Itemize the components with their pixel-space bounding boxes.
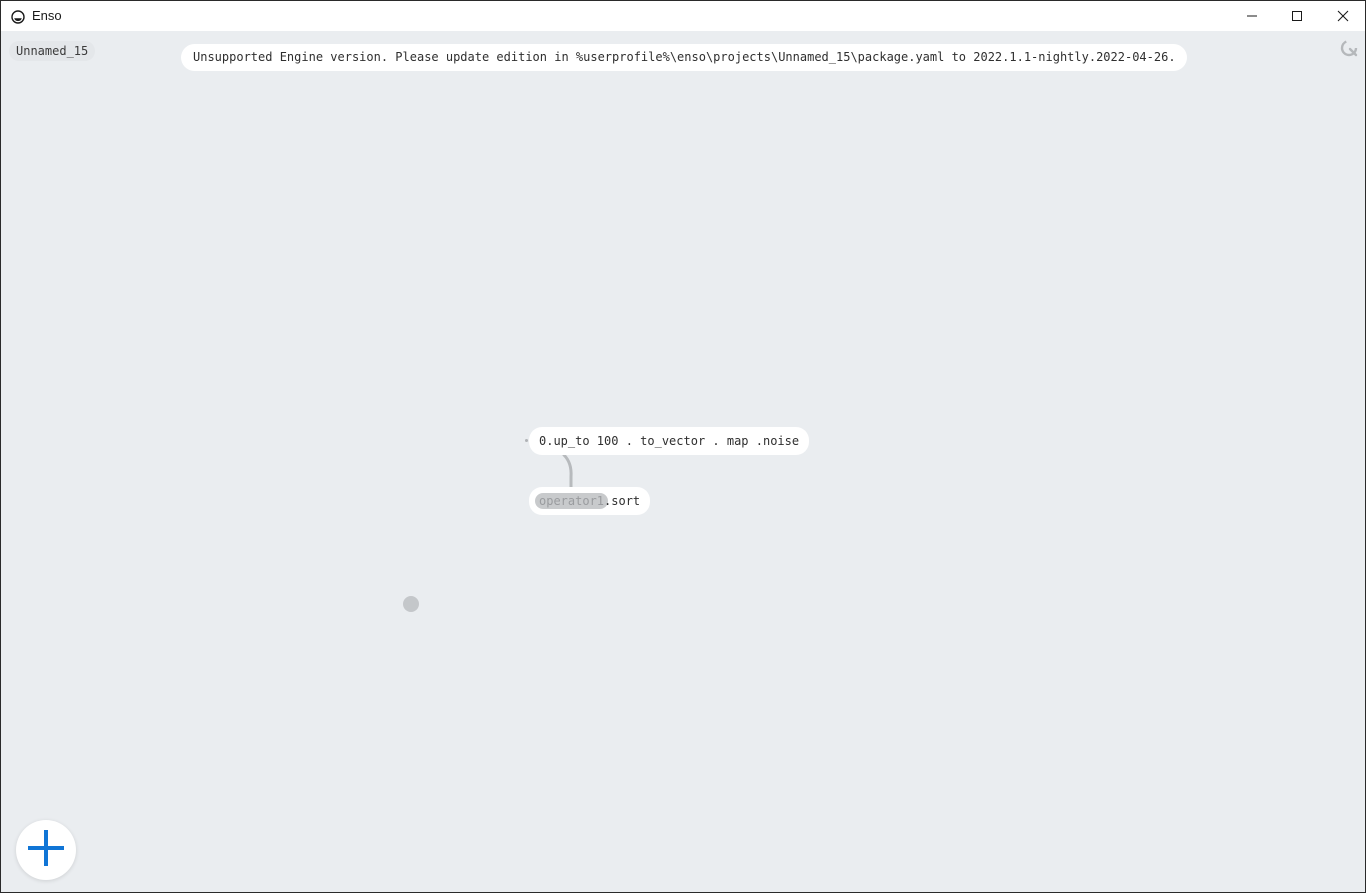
plus-icon	[26, 828, 66, 872]
close-button[interactable]	[1320, 1, 1366, 31]
engine-version-notification: Unsupported Engine version. Please updat…	[181, 44, 1187, 71]
enso-logo-icon	[11, 9, 25, 24]
graph-editor-canvas[interactable]: Unnamed_15 Unsupported Engine version. P…	[1, 31, 1365, 892]
graph-node[interactable]: 0.up_to 100 . to_vector . map .noise	[529, 427, 809, 455]
graph-node[interactable]: operator1.sort	[529, 487, 650, 515]
mouse-cursor-dot	[403, 596, 419, 612]
node-expression[interactable]: 0.up_to 100 . to_vector . map .noise	[539, 434, 799, 448]
node-input-port[interactable]	[525, 439, 528, 442]
window-title: Enso	[32, 8, 62, 23]
enso-window: Enso Unnamed_15 Unsupported Engine versi…	[0, 0, 1366, 893]
title-bar[interactable]: Enso	[1, 1, 1365, 31]
node-connection-edge[interactable]	[1, 31, 1365, 892]
add-node-button[interactable]	[16, 820, 76, 880]
node-operand[interactable]: operator1	[539, 494, 604, 508]
connection-status-icon	[1339, 38, 1359, 58]
maximize-button[interactable]	[1274, 1, 1320, 31]
node-method[interactable]: .sort	[604, 494, 640, 508]
project-name-label[interactable]: Unnamed_15	[9, 41, 96, 61]
maximize-icon	[1291, 10, 1303, 22]
minimize-button[interactable]	[1229, 1, 1275, 31]
minimize-icon	[1246, 10, 1258, 22]
close-icon	[1337, 10, 1349, 22]
